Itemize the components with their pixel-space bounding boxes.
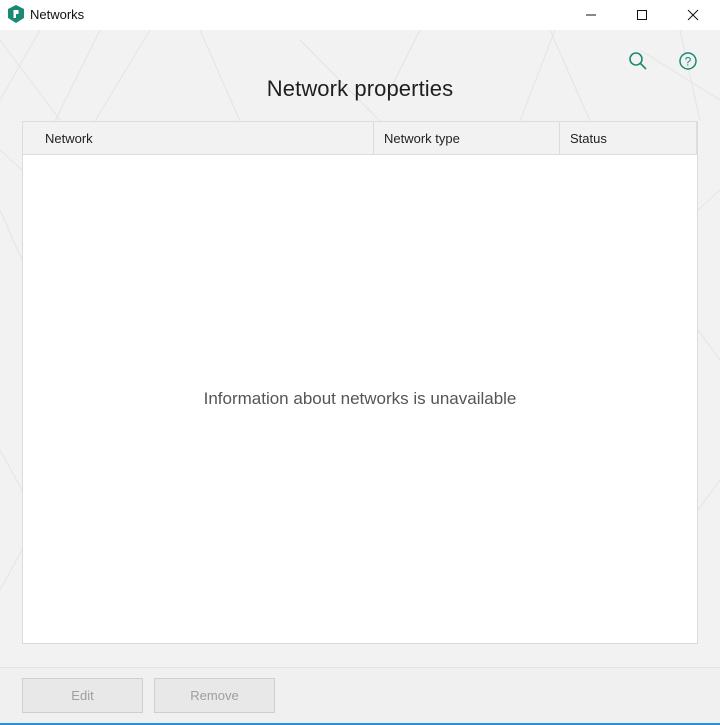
column-header-network[interactable]: Network (23, 122, 374, 155)
maximize-button[interactable] (619, 0, 665, 30)
table-header: Network Network type Status (23, 122, 697, 155)
window-title: Networks (30, 7, 85, 22)
title-bar: Networks (0, 0, 720, 30)
page-title: Network properties (266, 76, 454, 101)
help-button[interactable]: ? (677, 50, 699, 72)
maximize-icon (637, 10, 647, 20)
edit-button[interactable]: Edit (22, 678, 143, 713)
svg-text:?: ? (685, 55, 692, 69)
help-icon: ? (679, 52, 697, 70)
remove-button[interactable]: Remove (154, 678, 275, 713)
close-icon (687, 9, 699, 21)
networks-table: Network Network type Status Information … (22, 121, 698, 644)
minimize-button[interactable] (568, 0, 614, 30)
search-button[interactable] (627, 50, 649, 72)
minimize-icon (586, 14, 596, 16)
close-button[interactable] (670, 0, 716, 30)
column-header-status[interactable]: Status (560, 122, 697, 155)
empty-state-message: Information about networks is unavailabl… (203, 389, 517, 408)
kaspersky-shield-icon (8, 5, 24, 23)
column-header-network-type[interactable]: Network type (374, 122, 560, 155)
search-icon (629, 52, 647, 70)
